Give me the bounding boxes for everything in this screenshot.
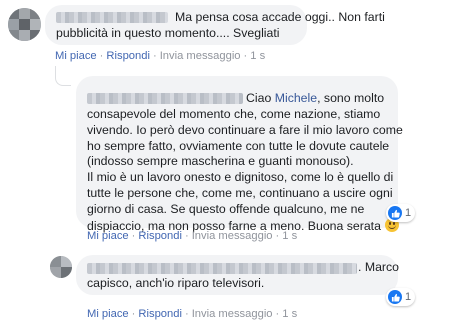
comment-text-lines: consapevole del momento che, come nazion… [87,107,403,233]
like-link[interactable]: Mi piace [87,308,129,320]
comment-text: Ciao Michele, sono molto [246,91,385,105]
mention-link[interactable]: Michele [275,91,317,105]
replier-name[interactable] [87,93,243,104]
like-link[interactable]: Mi piace [55,50,97,62]
comment-actions: Mi piace · Rispondi · Invia messaggio · 1 s [87,230,298,242]
comment-text: . Marco [358,260,399,274]
reply-link[interactable]: Rispondi [106,50,150,62]
reply-thread-line [55,66,71,86]
timestamp[interactable]: 1 s [282,308,297,320]
send-message-link[interactable]: Invia messaggio [192,308,273,320]
thumbs-up-icon [388,206,402,220]
reaction-badge[interactable]: 1 [386,204,416,222]
timestamp[interactable]: 1 s [250,50,265,62]
reply-link[interactable]: Rispondi [138,230,182,242]
timestamp[interactable]: 1 s [282,230,297,242]
comment-text: pubblicità in questo momento.... Sveglia… [56,26,280,40]
reply-link[interactable]: Rispondi [138,308,182,320]
reaction-count: 1 [405,291,412,303]
comment-text: capisco, anch'io riparo televisori. [87,276,265,290]
reaction-count: 1 [405,207,412,219]
commenter-avatar[interactable] [8,8,41,41]
like-link[interactable]: Mi piace [87,230,129,242]
commenter-avatar[interactable] [50,256,72,278]
commenter-name[interactable] [87,263,357,274]
thumbs-up-icon [388,290,402,304]
comment-actions: Mi piace · Rispondi · Invia messaggio · 1 s [55,50,266,62]
send-message-link[interactable]: Invia messaggio [160,50,241,62]
comment-actions: Mi piace · Rispondi · Invia messaggio · 1 s [87,308,298,320]
commenter-name[interactable] [56,12,168,23]
comment-text: Ma pensa cosa accade oggi.. Non farti [175,10,385,24]
send-message-link[interactable]: Invia messaggio [192,230,273,242]
reaction-badge[interactable]: 1 [386,288,416,306]
